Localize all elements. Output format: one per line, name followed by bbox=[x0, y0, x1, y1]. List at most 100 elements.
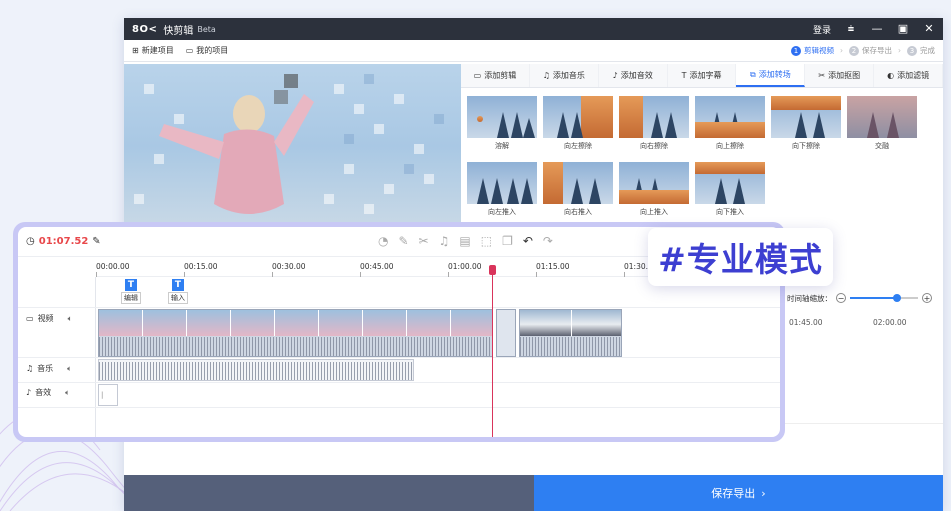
zoom-slider-handle[interactable] bbox=[893, 294, 901, 302]
step-done[interactable]: 3 完成 bbox=[907, 45, 935, 56]
step-edit[interactable]: 1 剪辑视频 bbox=[791, 45, 834, 56]
transition-thumbnail bbox=[771, 96, 841, 138]
crop-icon[interactable]: ⬚ bbox=[481, 234, 492, 248]
transition-item[interactable]: 交融 bbox=[847, 96, 917, 158]
audio-waveform bbox=[99, 362, 413, 380]
chevron-right-icon: › bbox=[761, 486, 766, 500]
transition-thumbnail bbox=[619, 162, 689, 204]
tab-add-sticker[interactable]: ✂ 添加抠图 bbox=[805, 64, 875, 87]
sticker-icon: ✂ bbox=[818, 71, 826, 80]
playhead[interactable] bbox=[492, 267, 493, 437]
bell-icon[interactable]: ♫ bbox=[439, 234, 450, 248]
new-project-button[interactable]: ⊞ 新建项目 bbox=[132, 45, 174, 56]
zoom-slider-fill bbox=[850, 297, 896, 299]
step-export[interactable]: 2 保存导出 bbox=[849, 45, 892, 56]
music-clip[interactable] bbox=[98, 359, 414, 381]
folder-icon: ▭ bbox=[185, 46, 194, 55]
save-export-button[interactable]: 保存导出 › bbox=[534, 475, 943, 511]
edit-pencil-icon[interactable]: ✎ bbox=[92, 236, 100, 247]
subtitle-clip[interactable]: T 输入 bbox=[168, 279, 188, 304]
speed-icon[interactable]: ◔ bbox=[378, 234, 388, 248]
text-icon: T bbox=[172, 279, 184, 291]
transition-item[interactable]: 向右擦除 bbox=[619, 96, 689, 158]
video-preview[interactable] bbox=[124, 64, 461, 229]
video-track-header: ▭ 视频 🔈︎ bbox=[26, 313, 73, 324]
tab-add-transition[interactable]: ⧉ 添加转场 bbox=[736, 64, 806, 87]
music-track-header: ♫ 音乐 🔈︎ bbox=[26, 363, 72, 374]
workflow-steps: 1 剪辑视频 › 2 保存导出 › 3 完成 bbox=[791, 45, 935, 56]
sound-effect-icon: ♪ bbox=[612, 71, 618, 80]
transition-grid: 溶解 向左擦除 向右擦除 向上擦除 向下擦除 交融 向左推入 向右推入 向上推入… bbox=[461, 90, 943, 230]
filter-icon: ◐ bbox=[887, 71, 895, 80]
sfx-track-header: ♪ 音效 🔈︎ bbox=[26, 387, 70, 398]
music-note-icon: ♫ bbox=[26, 364, 34, 373]
transition-item[interactable]: 向上擦除 bbox=[695, 96, 765, 158]
text-icon: T bbox=[125, 279, 137, 291]
preview-image bbox=[134, 74, 444, 214]
title-bar: 8O< 快剪辑 Beta 登录 ⩧ — ▣ ✕ bbox=[124, 18, 943, 40]
transition-item[interactable]: 向下擦除 bbox=[771, 96, 841, 158]
transition-thumbnail bbox=[695, 162, 765, 204]
minimize-icon[interactable]: — bbox=[871, 23, 883, 35]
zoom-slider[interactable] bbox=[850, 294, 918, 302]
tab-add-music[interactable]: ♫ 添加音乐 bbox=[530, 64, 599, 87]
music-note-icon: ♫ bbox=[542, 71, 550, 80]
transition-item[interactable]: 溶解 bbox=[467, 96, 537, 158]
transition-item[interactable]: 向左推入 bbox=[467, 162, 537, 224]
subtitle-clip[interactable]: T 编辑 bbox=[121, 279, 141, 304]
redo-icon[interactable]: ↷ bbox=[543, 234, 553, 248]
my-projects-button[interactable]: ▭ 我的项目 bbox=[186, 45, 229, 56]
sound-effect-icon: ♪ bbox=[26, 388, 32, 397]
menu-icon[interactable]: ⩧ bbox=[845, 23, 857, 35]
transition-item[interactable]: 向上推入 bbox=[619, 162, 689, 224]
maximize-icon[interactable]: ▣ bbox=[897, 23, 909, 35]
tab-add-clip[interactable]: ▭ 添加剪辑 bbox=[461, 64, 530, 87]
volume-icon[interactable]: 🔈︎ bbox=[65, 388, 70, 398]
transition-item[interactable]: 向左擦除 bbox=[543, 96, 613, 158]
transition-icon: ⧉ bbox=[750, 69, 756, 79]
video-icon: ▭ bbox=[26, 314, 34, 323]
zoom-in-icon[interactable]: + bbox=[922, 293, 932, 303]
sound-effect-clip[interactable]: | bbox=[98, 384, 118, 406]
tab-add-subtitle[interactable]: T 添加字幕 bbox=[668, 64, 737, 87]
text-icon: T bbox=[681, 71, 687, 80]
export-bar: 保存导出 › bbox=[124, 475, 943, 511]
zoom-out-icon[interactable]: − bbox=[836, 293, 846, 303]
video-clip[interactable] bbox=[98, 309, 493, 357]
timeline-zoom: 时间轴缩放： − + bbox=[787, 293, 932, 303]
close-icon[interactable]: ✕ bbox=[923, 23, 935, 35]
clock-icon: ◷ bbox=[26, 236, 35, 247]
film-icon: ▭ bbox=[473, 71, 482, 80]
tab-add-sound-effect[interactable]: ♪ 添加音效 bbox=[599, 64, 668, 87]
transition-item[interactable]: 向下推入 bbox=[695, 162, 765, 224]
transition-thumbnail bbox=[619, 96, 689, 138]
trash-icon[interactable]: ▤ bbox=[459, 234, 470, 248]
login-link[interactable]: 登录 bbox=[813, 23, 831, 36]
transition-item[interactable]: 向右推入 bbox=[543, 162, 613, 224]
project-toolbar: ⊞ 新建项目 ▭ 我的项目 1 剪辑视频 › 2 保存导出 › 3 完成 bbox=[124, 40, 943, 62]
chevron-right-icon: › bbox=[898, 46, 901, 55]
transition-thumbnail bbox=[467, 96, 537, 138]
tab-add-filter[interactable]: ◐ 添加滤镜 bbox=[874, 64, 943, 87]
app-name: 快剪辑 bbox=[163, 25, 194, 37]
copy-icon[interactable]: ❐ bbox=[502, 234, 513, 248]
transition-thumbnail bbox=[695, 96, 765, 138]
feature-tabs: ▭ 添加剪辑 ♫ 添加音乐 ♪ 添加音效 T 添加字幕 ⧉ 添加转场 ✂ 添加抠图 ◐ 添加滤… bbox=[461, 64, 943, 88]
volume-icon[interactable]: 🔈︎ bbox=[68, 314, 73, 324]
pencil-icon[interactable]: ✎ bbox=[398, 234, 408, 248]
transition-thumbnail bbox=[467, 162, 537, 204]
plus-box-icon: ⊞ bbox=[132, 46, 139, 55]
scissors-icon[interactable]: ✂ bbox=[419, 234, 429, 248]
audio-waveform bbox=[99, 337, 492, 356]
transition-thumbnail bbox=[847, 96, 917, 138]
video-clip[interactable] bbox=[519, 309, 622, 357]
transition-marker[interactable] bbox=[496, 309, 516, 357]
undo-icon[interactable]: ↶ bbox=[523, 234, 533, 248]
audio-waveform bbox=[520, 337, 621, 356]
beta-tag: Beta bbox=[197, 24, 216, 34]
pro-mode-badge: #专业模式 bbox=[648, 228, 833, 286]
app-logo: 8O< bbox=[132, 23, 158, 35]
edit-toolbar: ◔ ✎ ✂ ♫ ▤ ⬚ ❐ ↶ ↷ bbox=[378, 234, 553, 248]
volume-icon[interactable]: 🔈︎ bbox=[67, 364, 72, 374]
transition-thumbnail bbox=[543, 96, 613, 138]
